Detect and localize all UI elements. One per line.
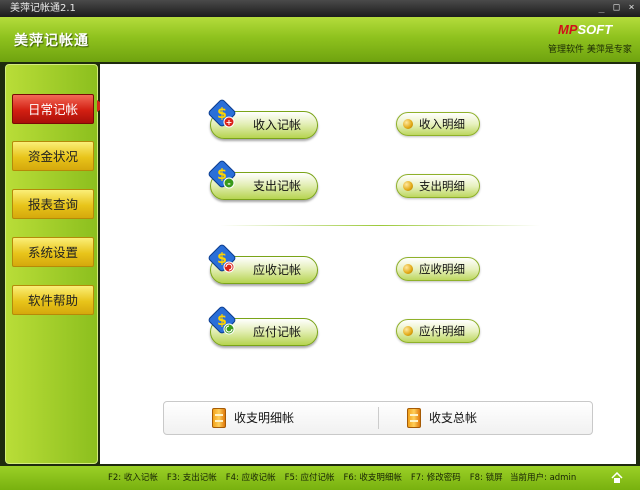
sidebar-item-fund-status[interactable]: 资金状况 (12, 141, 94, 171)
shortcut-f3: F3: 支出记帐 (166, 473, 217, 483)
income-expense-detail-ledger-button[interactable]: 收支明细帐 (212, 402, 332, 434)
ledger-icon (407, 408, 421, 428)
income-detail-label: 收入明细 (419, 117, 465, 131)
badge-minus: - (227, 179, 230, 188)
payable-detail-label: 应付明细 (419, 324, 465, 338)
income-expense-general-ledger-label: 收支总帐 (429, 411, 478, 425)
shortcut-hints: F2: 收入记帐 F3: 支出记帐 F4: 应收记帐 F5: 应付记帐 F6: … (108, 466, 503, 490)
section-divider (220, 225, 540, 226)
sidebar: 日常记帐 资金状况 报表查询 系统设置 软件帮助 (5, 64, 98, 464)
income-entry-button[interactable]: $ + 收入记帐 (208, 99, 318, 139)
logo-soft: SOFT (577, 22, 613, 37)
brand-slogan: 管理软件 美萍是专家 (548, 45, 632, 55)
receivable-detail-button[interactable]: 应收明细 (396, 257, 480, 281)
orb-icon (403, 264, 413, 274)
income-expense-detail-ledger-label: 收支明细帐 (234, 411, 295, 425)
shortcut-f2: F2: 收入记帐 (108, 473, 158, 483)
status-bar: F2: 收入记帐 F3: 支出记帐 F4: 应收记帐 F5: 应付记帐 F6: … (0, 466, 640, 490)
minimize-icon[interactable]: _ (596, 2, 607, 13)
shortcut-f7: F7: 修改密码 (410, 473, 461, 483)
ledger-icon (212, 408, 226, 428)
payable-entry-label: 应付记帐 (253, 325, 302, 339)
receivable-entry-label: 应收记帐 (253, 263, 302, 277)
sidebar-item-report-query[interactable]: 报表查询 (12, 189, 94, 219)
app-title: 美萍记帐通 (14, 33, 89, 49)
dollar-plus-icon: $ + (208, 99, 236, 128)
sidebar-item-software-help[interactable]: 软件帮助 (12, 285, 94, 315)
dollar-payable-icon: $ (208, 306, 236, 335)
ledger-panel: 收支明细帐 收支总帐 (163, 401, 593, 435)
dollar-receivable-icon: $ (208, 244, 236, 273)
logo-mp: MP (558, 22, 578, 37)
current-user-label: 当前用户: (510, 473, 547, 483)
window-title: 美萍记帐通2.1 (10, 3, 76, 14)
current-user: 当前用户: admin (510, 466, 576, 490)
expense-detail-label: 支出明细 (419, 179, 465, 193)
shortcut-f5: F5: 应付记帐 (284, 473, 335, 483)
orb-icon (403, 119, 413, 129)
current-user-value: admin (549, 473, 577, 483)
badge-plus: + (226, 118, 233, 127)
receivable-detail-label: 应收明细 (419, 262, 465, 276)
expense-detail-button[interactable]: 支出明细 (396, 174, 480, 198)
sidebar-item-system-settings[interactable]: 系统设置 (12, 237, 94, 267)
dollar-minus-icon: $ - (208, 160, 236, 189)
window-controls: _ □ × (596, 2, 637, 15)
main-panel: $ + 收入记帐 $ - 支出记帐 $ 应收记帐 $ 应付记帐 收入明细 支出明… (100, 64, 636, 464)
brand-logo: MPSOFT (558, 22, 612, 37)
shortcut-f6: F6: 收支明细帐 (343, 473, 402, 483)
receivable-entry-button[interactable]: $ 应收记帐 (208, 244, 318, 284)
app-header: 美萍记帐通 MPSOFT 管理软件 美萍是专家 (0, 17, 640, 62)
expense-entry-label: 支出记帐 (253, 179, 302, 193)
home-icon[interactable] (611, 472, 623, 484)
income-expense-general-ledger-button[interactable]: 收支总帐 (407, 402, 517, 434)
window-title-bar[interactable]: 美萍记帐通2.1 _ □ × (0, 0, 640, 17)
panel-divider (378, 407, 379, 429)
shortcut-f8: F8: 锁屏 (469, 473, 503, 483)
expense-entry-button[interactable]: $ - 支出记帐 (208, 160, 318, 200)
payable-detail-button[interactable]: 应付明细 (396, 319, 480, 343)
income-entry-label: 收入记帐 (253, 118, 302, 132)
maximize-icon[interactable]: □ (611, 2, 622, 13)
sidebar-item-daily-bookkeeping[interactable]: 日常记帐 (12, 94, 94, 124)
orb-icon (403, 181, 413, 191)
orb-icon (403, 326, 413, 336)
close-icon[interactable]: × (626, 2, 637, 13)
payable-entry-button[interactable]: $ 应付记帐 (208, 306, 318, 346)
shortcut-f4: F4: 应收记帐 (225, 473, 276, 483)
income-detail-button[interactable]: 收入明细 (396, 112, 480, 136)
